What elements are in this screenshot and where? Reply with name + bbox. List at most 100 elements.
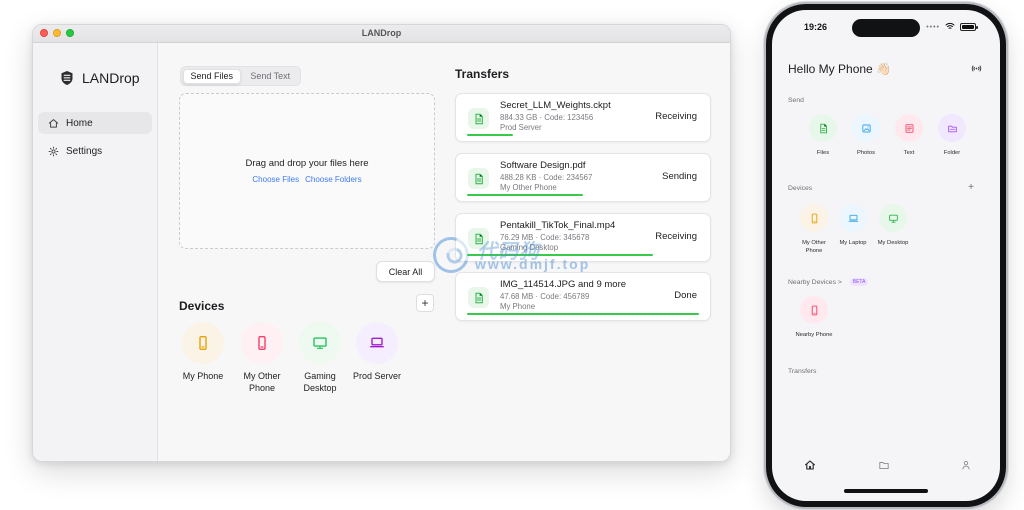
gear-icon xyxy=(48,146,59,157)
choose-folders-link[interactable]: Choose Folders xyxy=(305,175,361,184)
transfer-card[interactable]: Software Design.pdf 488.28 KB · Code: 23… xyxy=(455,153,711,202)
file-dropzone[interactable]: Drag and drop your files here Choose Fil… xyxy=(179,93,435,249)
choose-files-link[interactable]: Choose Files xyxy=(252,175,299,184)
laptop-icon xyxy=(369,335,385,351)
transfer-progress xyxy=(467,313,699,315)
clear-all-button[interactable]: Clear All xyxy=(376,261,435,282)
phone-send-photos[interactable]: Photos xyxy=(847,114,885,157)
brand: LANDrop xyxy=(60,70,140,86)
phone-icon xyxy=(809,305,820,316)
home-icon xyxy=(48,118,59,129)
transfer-progress xyxy=(467,254,699,256)
phone-device: 19:26 •••• Hello My Phone 👋🏻 Send Files … xyxy=(766,4,1006,507)
transfer-meta: 47.68 MB · Code: 456789 xyxy=(500,292,590,301)
transfer-card[interactable]: Pentakill_TikTok_Final.mp4 76.29 MB · Co… xyxy=(455,213,711,262)
phone-send-text[interactable]: Text xyxy=(890,114,928,157)
add-device-button[interactable]: + xyxy=(416,294,434,312)
transfer-source: Prod Server xyxy=(500,123,542,132)
phone-icon xyxy=(254,335,270,351)
window-titlebar: LANDrop xyxy=(33,25,730,43)
sidebar-item-label: Settings xyxy=(66,145,103,157)
laptop-icon xyxy=(848,213,859,224)
nearby-device-label: Nearby Phone xyxy=(795,332,833,338)
phone-device-circle xyxy=(839,204,867,232)
nearby-scan-icon[interactable] xyxy=(971,63,982,74)
transfer-progress xyxy=(467,134,699,136)
phone-add-device-button[interactable]: + xyxy=(968,182,974,193)
device-circle xyxy=(299,322,341,364)
file-icon xyxy=(468,168,489,189)
nearby-title: Nearby Devices xyxy=(788,279,836,286)
phone-device-label: My Laptop xyxy=(839,240,867,246)
transfer-name: Secret_LLM_Weights.ckpt xyxy=(500,100,611,111)
transfer-progress xyxy=(467,194,699,196)
signal-dots-icon: •••• xyxy=(926,23,940,31)
device-my-other-phone[interactable]: My Other Phone xyxy=(233,322,291,394)
nearby-device-phone[interactable]: Nearby Phone xyxy=(795,296,833,339)
dropzone-title: Drag and drop your files here xyxy=(245,158,369,169)
tab-send-files[interactable]: Send Files xyxy=(183,68,241,84)
wifi-icon xyxy=(945,22,955,32)
transfer-meta: 488.28 KB · Code: 234567 xyxy=(500,173,593,182)
file-icon xyxy=(818,123,829,134)
folder-tab-icon[interactable] xyxy=(878,459,890,471)
phone-icon xyxy=(809,213,820,224)
device-label: Gaming Desktop xyxy=(303,371,337,393)
device-circle xyxy=(241,322,283,364)
text-icon xyxy=(904,123,915,134)
desktop-icon xyxy=(312,335,328,351)
sidebar-item-home[interactable]: Home xyxy=(38,112,152,134)
transfer-status: Done xyxy=(674,290,697,301)
phone-greeting: Hello My Phone 👋🏻 xyxy=(788,62,891,76)
device-gaming-desktop[interactable]: Gaming Desktop xyxy=(291,322,349,394)
phone-device-circle xyxy=(879,204,907,232)
phone-send-folder[interactable]: Folder xyxy=(933,114,971,157)
beta-badge: BETA xyxy=(849,278,869,286)
transfer-card[interactable]: Secret_LLM_Weights.ckpt 884.33 GB · Code… xyxy=(455,93,711,142)
sidebar-item-settings[interactable]: Settings xyxy=(38,140,152,162)
sidebar-item-label: Home xyxy=(66,117,93,129)
devices-title: Devices xyxy=(179,299,225,313)
brand-name: LANDrop xyxy=(82,70,140,86)
desktop-window: LANDrop LANDrop Home Settings Send Files… xyxy=(32,24,731,462)
landrop-logo-icon xyxy=(60,70,74,86)
send-tabs: Send Files Send Text xyxy=(180,66,301,86)
device-my-phone[interactable]: My Phone xyxy=(174,322,232,382)
phone-screen: 19:26 •••• Hello My Phone 👋🏻 Send Files … xyxy=(772,10,1000,501)
transfer-meta: 76.29 MB · Code: 345678 xyxy=(500,233,590,242)
device-prod-server[interactable]: Prod Server xyxy=(348,322,406,382)
nearby-device-circle xyxy=(800,296,828,324)
phone-device-label: My Desktop xyxy=(877,240,909,246)
screenshot-stage: LANDrop LANDrop Home Settings Send Files… xyxy=(0,0,1024,510)
desktop-icon xyxy=(888,213,899,224)
transfer-status: Receiving xyxy=(655,111,697,122)
device-circle xyxy=(182,322,224,364)
send-circle xyxy=(852,114,880,142)
phone-device-my-other-phone[interactable]: My Other Phone xyxy=(795,204,833,255)
transfer-status: Receiving xyxy=(655,231,697,242)
phone-send-files[interactable]: Files xyxy=(804,114,842,157)
transfer-card[interactable]: IMG_114514.JPG and 9 more 47.68 MB · Cod… xyxy=(455,272,711,321)
phone-time: 19:26 xyxy=(804,22,828,32)
chevron-right-icon[interactable]: > xyxy=(838,279,842,286)
transfer-progress-fill xyxy=(467,313,699,315)
transfer-progress-fill xyxy=(467,134,514,136)
send-label: Folder xyxy=(943,150,961,156)
transfer-name: IMG_114514.JPG and 9 more xyxy=(500,279,627,290)
tab-send-text[interactable]: Send Text xyxy=(243,69,299,84)
transfer-source: Gaming Desktop xyxy=(500,243,559,252)
main-content: Send Files Send Text Drag and drop your … xyxy=(158,43,730,461)
sidebar: LANDrop Home Settings xyxy=(33,43,158,461)
file-icon xyxy=(468,108,489,129)
transfer-meta: 884.33 GB · Code: 123456 xyxy=(500,113,594,122)
device-label: My Other Phone xyxy=(243,371,281,393)
transfer-name: Pentakill_TikTok_Final.mp4 xyxy=(500,220,616,231)
home-tab-icon[interactable] xyxy=(804,459,816,471)
battery-level xyxy=(962,25,974,29)
phone-device-my-desktop[interactable]: My Desktop xyxy=(874,204,912,247)
transfer-progress-fill xyxy=(467,254,653,256)
phone-device-my-laptop[interactable]: My Laptop xyxy=(834,204,872,247)
profile-tab-icon[interactable] xyxy=(960,459,972,471)
battery-icon xyxy=(960,23,978,31)
transfer-source: My Other Phone xyxy=(500,183,557,192)
